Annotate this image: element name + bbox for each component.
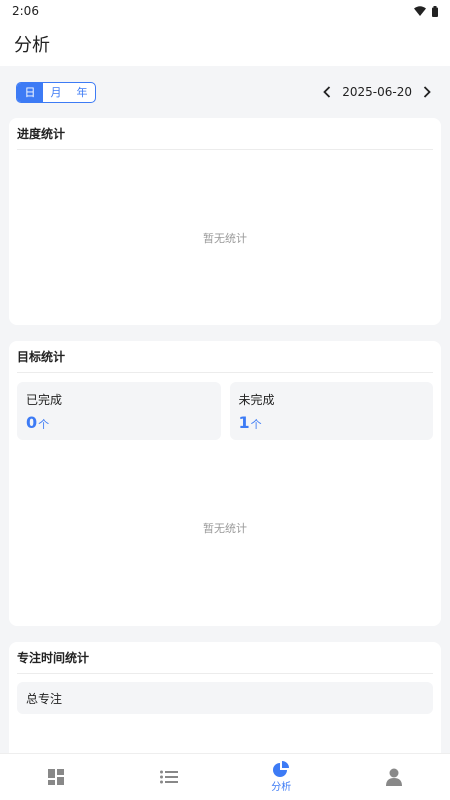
tab-analysis-label: 分析 <box>271 782 292 793</box>
incomplete-unit: 个 <box>250 418 262 431</box>
completed-unit: 个 <box>38 418 50 431</box>
goal-stats-row: 已完成 0 个 未完成 1 个 <box>17 382 433 440</box>
goal-stats-card: 目标统计 已完成 0 个 未完成 1 个 暂无统计 <box>9 341 441 626</box>
status-time: 2:06 <box>12 4 39 18</box>
incomplete-stat-box: 未完成 1 个 <box>229 382 433 440</box>
period-day-button[interactable]: 日 <box>17 82 43 102</box>
completed-count: 0 <box>26 413 38 432</box>
current-date: 2025-06-20 <box>342 85 412 99</box>
completed-label: 已完成 <box>26 393 63 407</box>
battery-icon <box>432 5 438 17</box>
app-header: 分析 <box>0 22 450 66</box>
page-title: 分析 <box>14 35 50 56</box>
date-navigator: 2025-06-20 <box>320 85 434 99</box>
incomplete-count: 1 <box>238 413 250 432</box>
chevron-left-icon <box>323 86 331 98</box>
incomplete-label: 未完成 <box>238 393 275 407</box>
goal-empty-text: 暂无统计 <box>203 522 247 535</box>
status-bar: 2:06 <box>0 0 450 22</box>
list-icon <box>159 770 178 784</box>
tab-profile[interactable] <box>338 754 450 800</box>
pie-chart-icon <box>273 761 290 777</box>
completed-value-row: 0 个 <box>26 413 212 432</box>
progress-stats-card: 进度统计 暂无统计 <box>9 118 441 325</box>
incomplete-value-row: 1 个 <box>239 413 425 432</box>
total-focus-label: 总专注 <box>26 691 63 706</box>
chevron-right-icon <box>423 86 431 98</box>
user-icon <box>385 768 402 786</box>
completed-stat-box: 已完成 0 个 <box>17 382 221 440</box>
period-month-button[interactable]: 月 <box>43 83 69 102</box>
progress-stats-title: 进度统计 <box>17 118 433 150</box>
period-segmented-control: 日 月 年 <box>16 81 96 103</box>
progress-empty-text: 暂无统计 <box>203 231 247 245</box>
bottom-tab-bar: 分析 <box>0 753 450 800</box>
next-date-button[interactable] <box>420 85 434 99</box>
focus-time-title: 专注时间统计 <box>17 642 433 674</box>
total-focus-row: 总专注 <box>17 682 433 714</box>
tab-analysis[interactable]: 分析 <box>225 754 338 800</box>
filter-toolbar: 日 月 年 2025-06-20 <box>0 66 450 118</box>
focus-time-card: 专注时间统计 总专注 <box>9 642 441 762</box>
tab-list[interactable] <box>113 754 226 800</box>
status-icons <box>414 5 438 17</box>
wifi-icon <box>414 6 426 16</box>
goal-stats-title: 目标统计 <box>17 341 433 373</box>
tab-dashboard[interactable] <box>0 754 113 800</box>
period-year-button[interactable]: 年 <box>69 83 95 102</box>
prev-date-button[interactable] <box>320 85 334 99</box>
dashboard-icon <box>48 769 65 785</box>
